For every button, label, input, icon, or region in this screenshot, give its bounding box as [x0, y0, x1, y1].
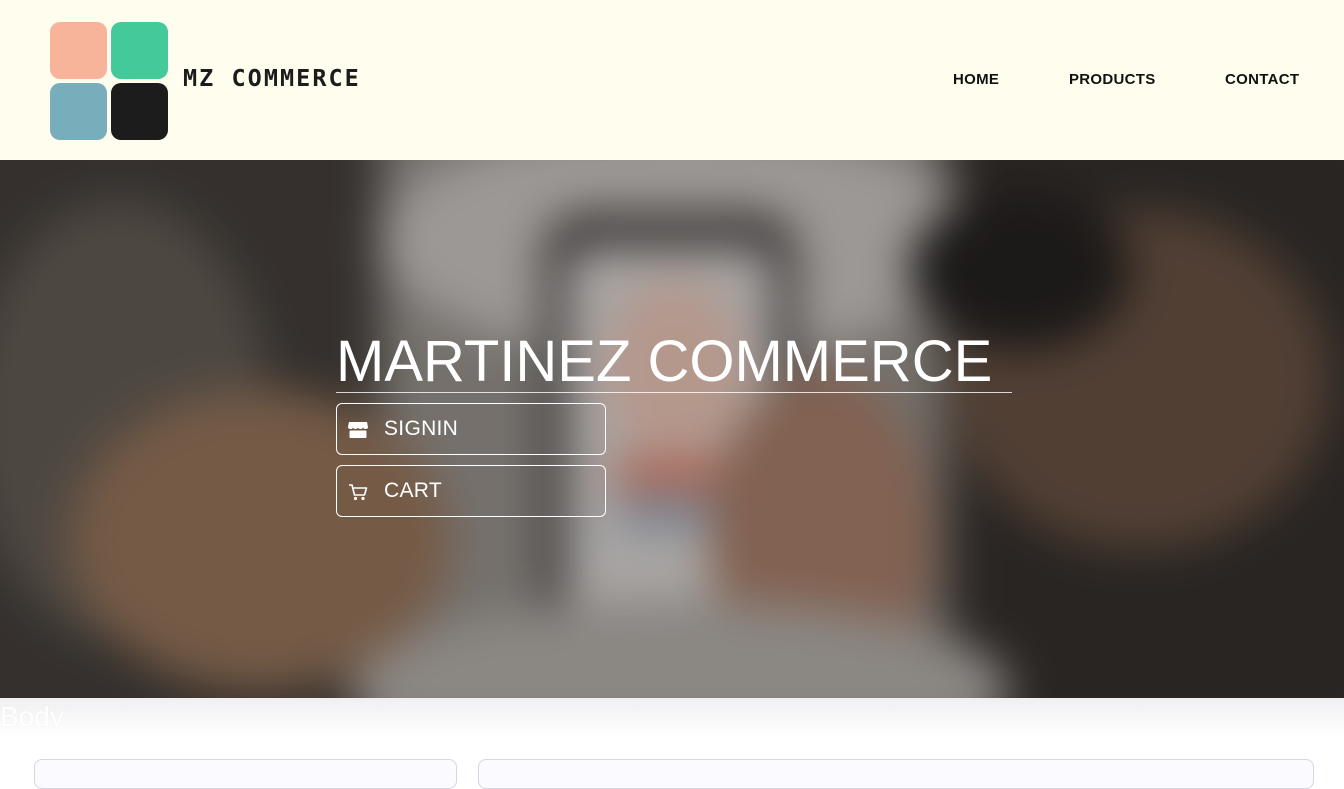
nav-products-link[interactable]: PRODUCTS: [1069, 71, 1156, 89]
cart-icon: [349, 484, 368, 501]
logo-square-green: [111, 22, 168, 79]
store-icon: [348, 422, 368, 438]
content-card-right: [478, 759, 1314, 789]
hero-title: MARTINEZ COMMERCE: [336, 330, 1012, 393]
content-card-left: [34, 759, 457, 789]
signin-button-label: SIGNIN: [384, 417, 459, 440]
nav-home-link[interactable]: HOME: [953, 71, 999, 89]
cart-button-label: CART: [384, 479, 442, 502]
nav-contact-link[interactable]: CONTACT: [1225, 71, 1299, 89]
brand-name[interactable]: MZ COMMERCE: [183, 64, 361, 94]
hero-overlay: [0, 160, 1344, 698]
logo-square-blue: [50, 83, 107, 140]
cart-button[interactable]: CART: [336, 465, 606, 517]
site-header: MZ COMMERCE HOME PRODUCTS CONTACT: [0, 0, 1344, 160]
hero-banner: MARTINEZ COMMERCE SIGNIN CART: [0, 160, 1344, 698]
body-section-label: Body: [0, 701, 64, 732]
logo[interactable]: [50, 22, 168, 140]
logo-square-peach: [50, 22, 107, 79]
signin-button[interactable]: SIGNIN: [336, 403, 606, 455]
logo-square-black: [111, 83, 168, 140]
section-divider-shadow: [0, 698, 1344, 738]
